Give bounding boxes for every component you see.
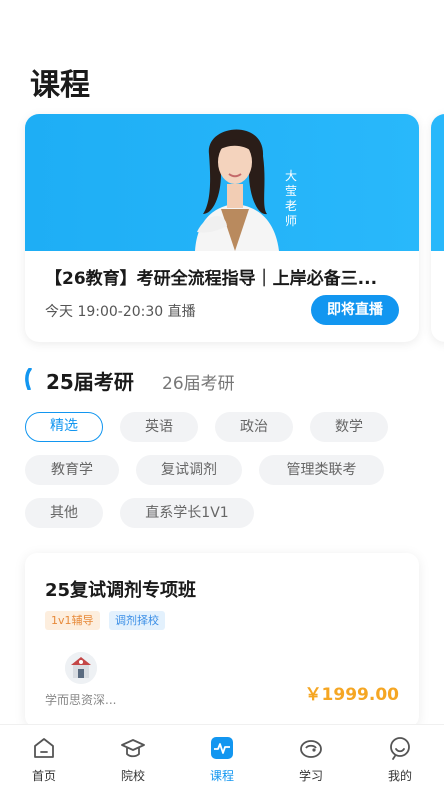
tab-courses[interactable]: 课程 [178,725,266,789]
course-tag: 1v1辅导 [45,611,100,630]
course-pulse-icon [211,737,233,759]
tab-label: 院校 [120,769,145,783]
category-chip-selected[interactable]: 精选 [25,412,103,442]
live-banner: 大莹老师 [25,114,419,251]
tab-label: 首页 [31,769,56,783]
school-name: 学而思资深... [45,693,117,707]
graduation-cap-icon [121,739,145,758]
live-course-card[interactable]: 大莹老师 【26教育】考研全流程指导｜上岸必备三... 今天 19:00-20:… [25,114,419,342]
category-chip-mentor[interactable]: 直系学长1V1 [120,498,254,528]
teacher-photo [195,129,279,251]
tab-study[interactable]: 学习 [267,725,355,789]
home-icon [34,738,54,758]
bottom-tabbar: 首页 院校 课程 学习 我的 [0,724,444,789]
study-icon [300,740,322,758]
tab-schools[interactable]: 院校 [89,725,177,789]
live-reserve-button[interactable]: 即将直播 [311,295,399,325]
page-title: 课程 [30,68,90,103]
tab-home[interactable]: 首页 [0,725,88,789]
category-chip-education[interactable]: 教育学 [25,455,119,485]
course-title: 25复试调剂专项班 [45,580,197,601]
course-price: ￥1999.00 [304,685,399,705]
category-chip-other[interactable]: 其他 [25,498,103,528]
live-time: 今天 19:00-20:30 直播 [45,304,196,320]
next-live-card[interactable] [431,114,444,342]
next-live-banner [431,114,444,251]
category-chip-politics[interactable]: 政治 [215,412,293,442]
category-chip-english[interactable]: 英语 [120,412,198,442]
teacher-tag: 大莹老师 [284,169,297,228]
tab-label: 课程 [209,769,234,783]
tab-label: 学习 [298,769,323,783]
tab-25-exam[interactable]: 25届考研 [46,366,134,395]
year-tab-indicator-icon [25,368,32,390]
course-tag: 调剂择校 [109,611,165,630]
school-avatar [65,652,97,684]
course-card[interactable]: 25复试调剂专项班 1v1辅导 调剂择校 学而思资深... ￥1999.00 [25,553,419,728]
tab-label: 我的 [387,769,412,783]
tab-profile[interactable]: 我的 [356,725,444,789]
category-chip-management[interactable]: 管理类联考 [259,455,384,485]
tab-26-exam[interactable]: 26届考研 [162,369,235,394]
live-title: 【26教育】考研全流程指导｜上岸必备三... [45,269,378,289]
profile-icon [390,737,410,760]
category-chip-retest[interactable]: 复试调剂 [136,455,242,485]
category-chip-math[interactable]: 数学 [310,412,388,442]
